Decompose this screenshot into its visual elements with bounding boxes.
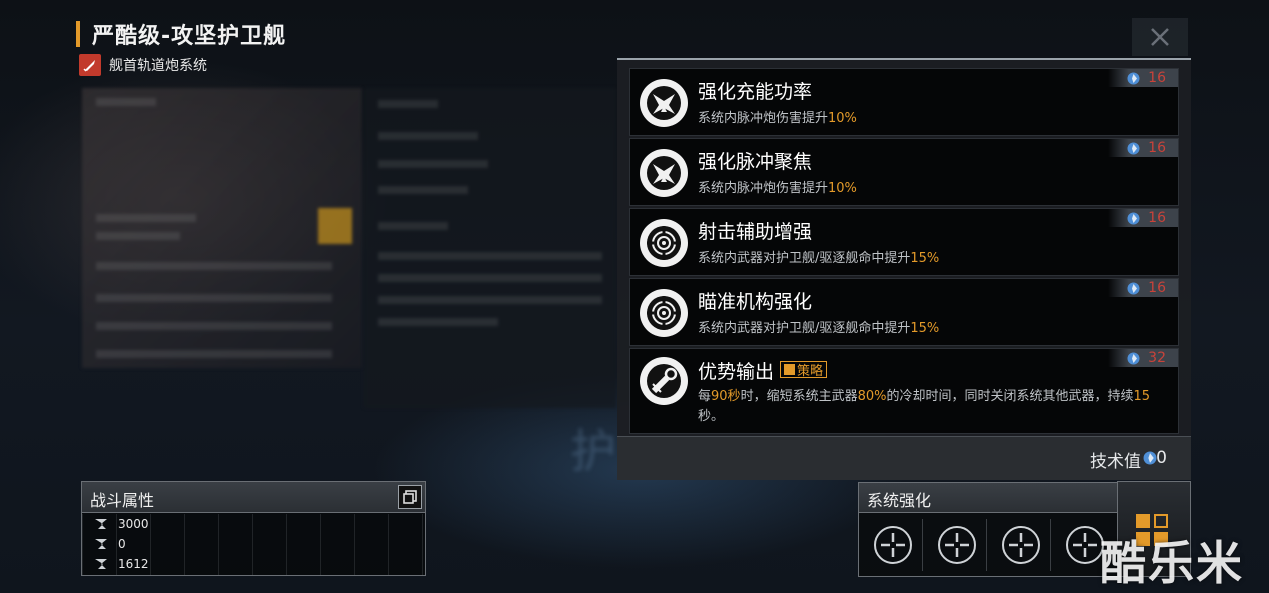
empty-slot-icon — [1066, 526, 1104, 564]
expand-icon — [403, 490, 417, 504]
upgrade-name: 强化脉冲聚焦 — [698, 151, 813, 173]
upgrade-description: 系统内武器对护卫舰/驱逐舰命中提升15% — [698, 251, 940, 266]
tech-gem-icon — [1127, 142, 1140, 154]
upgrade-item[interactable]: 强化脉冲聚焦 系统内脉冲炮伤害提升10% 16 — [629, 138, 1179, 206]
upgrade-name: 优势输出 策略 — [698, 357, 828, 384]
combat-stats-title: 战斗属性 — [90, 491, 155, 510]
blurred-text — [96, 214, 196, 222]
upgrade-cost: 32 — [1108, 349, 1178, 367]
target-icon — [640, 289, 688, 337]
upgrade-name: 瞄准机构强化 — [698, 291, 813, 313]
upgrade-description: 每90秒时，缩短系统主武器80%的冷却时间，同时关闭系统其他武器，持续15秒。 — [698, 389, 1151, 424]
empty-slot-icon — [1001, 526, 1040, 564]
blurred-text — [378, 100, 438, 108]
watermark: 酷乐米 — [1100, 536, 1244, 590]
grid-icon — [1136, 514, 1150, 528]
enhance-slot[interactable] — [991, 519, 1051, 571]
empty-slot-icon — [873, 526, 912, 564]
upgrade-value: 15% — [910, 251, 940, 266]
title-accent-bar — [76, 21, 80, 47]
blurred-text — [96, 350, 332, 358]
system-name: 舰首轨道炮系统 — [79, 54, 207, 76]
durability-icon — [95, 559, 107, 569]
upgrade-item[interactable]: 射击辅助增强 系统内武器对护卫舰/驱逐舰命中提升15% 16 — [629, 208, 1179, 276]
blurred-badge — [318, 208, 352, 244]
blurred-text — [378, 132, 478, 140]
strategy-tag-icon — [784, 364, 796, 375]
ship-preview-card — [82, 88, 362, 368]
expand-button[interactable] — [398, 485, 422, 509]
upgrade-cost: 16 — [1108, 69, 1178, 87]
stat-value: 3000 — [118, 517, 149, 531]
ship-info-panel — [364, 88, 616, 408]
upgrade-value: 10% — [828, 181, 857, 196]
blurred-text — [378, 252, 602, 260]
stat-row: 3000 — [94, 517, 149, 531]
tech-gem-icon — [1127, 282, 1140, 294]
strategy-tag: 策略 — [780, 361, 828, 379]
page-header: 严酷级-攻坚护卫舰 — [76, 18, 286, 50]
blurred-text — [378, 222, 448, 230]
burst-icon — [640, 149, 688, 197]
blurred-text — [378, 186, 468, 194]
stat-value: 1612 — [118, 557, 149, 571]
blurred-text — [378, 296, 602, 304]
upgrade-name: 强化充能功率 — [698, 81, 813, 103]
upgrade-cost: 16 — [1108, 279, 1178, 297]
tech-gem-icon — [1127, 212, 1140, 224]
missile-icon — [79, 54, 101, 76]
blurred-text — [378, 274, 602, 282]
tech-gem-icon — [1127, 352, 1140, 364]
enhance-slot[interactable] — [863, 519, 923, 571]
stat-row: 1612 — [94, 557, 149, 571]
system-enhance-title: 系统强化 — [867, 491, 932, 510]
stat-value: 0 — [118, 537, 126, 551]
blurred-text — [378, 160, 488, 168]
upgrade-value: 10% — [828, 111, 857, 126]
upgrade-item[interactable]: 优势输出 策略 每90秒时，缩短系统主武器80%的冷却时间，同时关闭系统其他武器，… — [629, 348, 1179, 434]
enhance-slot[interactable] — [927, 519, 987, 571]
tech-gem-icon — [1127, 72, 1140, 84]
combat-stats-panel: 战斗属性 3000 0 1612 — [81, 481, 426, 576]
stat-row: 0 — [94, 537, 126, 551]
upgrade-list-panel: 强化充能功率 系统内脉冲炮伤害提升10% 16 强化脉冲聚焦 系统内脉冲炮伤害提… — [617, 58, 1191, 480]
blurred-text — [96, 294, 332, 302]
close-button[interactable] — [1132, 18, 1188, 56]
upgrade-name: 射击辅助增强 — [698, 221, 813, 243]
target-icon — [640, 219, 688, 267]
page-title: 严酷级-攻坚护卫舰 — [92, 24, 287, 49]
upgrade-description: 系统内脉冲炮伤害提升10% — [698, 111, 857, 126]
tech-gem-icon — [1143, 451, 1157, 465]
tech-points-label: 技术值 — [1090, 452, 1141, 472]
system-enhance-panel: 系统强化 — [858, 482, 1120, 577]
upgrade-cost: 16 — [1108, 139, 1178, 157]
system-subtitle: 舰首轨道炮系统 — [109, 58, 207, 74]
upgrade-cost: 16 — [1108, 209, 1178, 227]
upgrade-value: 15% — [910, 321, 940, 336]
blurred-background-glyph: 护 — [570, 424, 616, 478]
upgrade-item[interactable]: 强化充能功率 系统内脉冲炮伤害提升10% 16 — [629, 68, 1179, 136]
burst-icon — [640, 79, 688, 127]
blurred-text — [96, 322, 332, 330]
blurred-text — [96, 232, 180, 240]
grid-icon — [1154, 514, 1168, 528]
cannon-icon — [640, 357, 688, 405]
close-icon — [1151, 28, 1169, 46]
tech-points-value: 0 — [1156, 448, 1167, 468]
upgrade-item[interactable]: 瞄准机构强化 系统内武器对护卫舰/驱逐舰命中提升15% 16 — [629, 278, 1179, 346]
combat-stats-header: 战斗属性 — [82, 482, 425, 513]
upgrade-description: 系统内武器对护卫舰/驱逐舰命中提升15% — [698, 321, 940, 336]
empty-slot-icon — [937, 526, 976, 564]
blurred-text — [378, 318, 498, 326]
blurred-text — [96, 262, 332, 270]
attack-icon — [95, 519, 107, 529]
blurred-text — [96, 98, 156, 106]
tech-points-bar: 技术值 0 — [617, 436, 1191, 480]
upgrade-description: 系统内脉冲炮伤害提升10% — [698, 181, 857, 196]
defense-icon — [95, 539, 107, 549]
